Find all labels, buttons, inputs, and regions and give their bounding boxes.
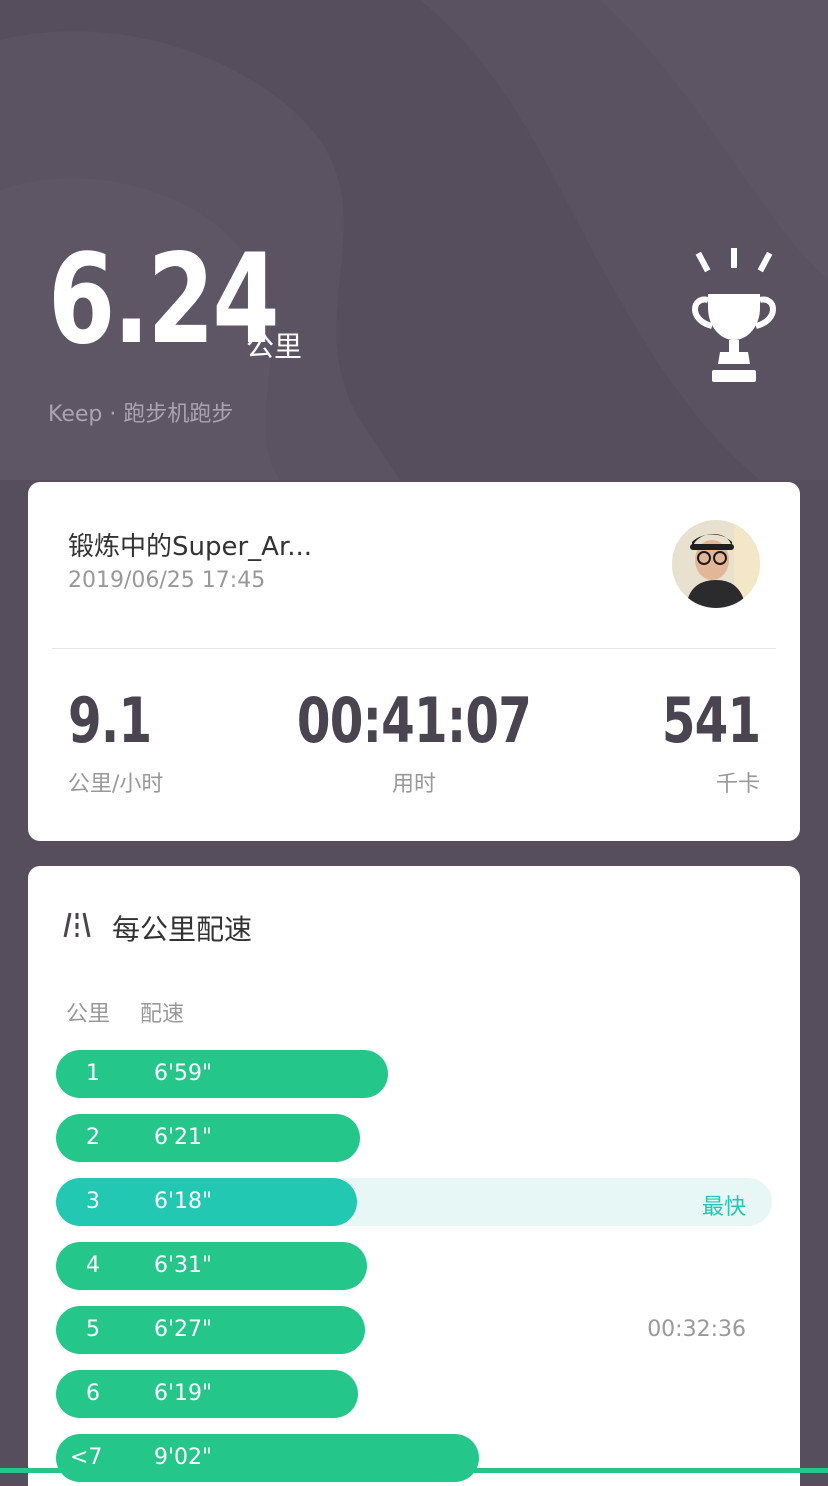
pace-bar: [56, 1434, 479, 1482]
road-icon: [63, 912, 91, 938]
pace-row: 5 6'27" 00:32:36: [56, 1306, 772, 1354]
pace-km-label: <7: [70, 1445, 103, 1470]
user-summary-card: 锻炼中的Super_Ar... 2019/06/25 17:45 9.1 公里/…: [28, 482, 800, 841]
hero-section: 6.24 公里 Keep · 跑步机跑步: [0, 0, 828, 480]
pace-row: 2 6'21": [56, 1114, 772, 1162]
pace-row: 6 6'19": [56, 1370, 772, 1418]
fastest-badge: 最快: [701, 1195, 746, 1220]
pace-row: 1 6'59": [56, 1050, 772, 1098]
pace-value: 6'27": [154, 1317, 213, 1342]
calories-label: 千卡: [715, 772, 760, 797]
user-name[interactable]: 锻炼中的Super_Ar...: [68, 526, 312, 563]
divider: [52, 648, 776, 649]
pace-row: <7 9'02": [56, 1434, 772, 1482]
pace-value: 6'59": [154, 1061, 213, 1086]
avatar[interactable]: [672, 520, 760, 608]
workout-datetime: 2019/06/25 17:45: [68, 568, 266, 593]
pace-title: 每公里配速: [112, 913, 253, 946]
pace-value: 6'31": [154, 1253, 213, 1278]
pace-value: 6'18": [154, 1189, 213, 1214]
duration-label: 用时: [391, 772, 437, 797]
duration-value: 00:41:07: [296, 684, 532, 757]
calories-value: 541: [661, 684, 760, 757]
column-header-pace: 配速: [140, 1002, 185, 1027]
pace-value: 6'21": [154, 1125, 213, 1150]
distance-value: 6.24: [48, 228, 280, 372]
pace-value: 9'02": [154, 1445, 213, 1470]
pace-km-label: 5: [86, 1317, 100, 1342]
pace-km-label: 3: [86, 1189, 100, 1214]
bottom-accent-bar: [0, 1468, 828, 1473]
pace-row: 4 6'31": [56, 1242, 772, 1290]
column-header-km: 公里: [66, 1002, 111, 1027]
pace-value: 6'19": [154, 1381, 213, 1406]
pace-card: 每公里配速 公里 配速 1 6'59" 2 6'21" 3 6'18" 最快 4 6'31" 5 6…: [28, 866, 800, 1486]
pace-km-label: 6: [86, 1381, 100, 1406]
speed-value: 9.1: [68, 684, 152, 757]
trophy-icon: [692, 248, 776, 382]
workout-source: Keep · 跑步机跑步: [48, 402, 234, 427]
pace-row: 3 6'18" 最快: [56, 1178, 772, 1226]
pace-km-label: 2: [86, 1125, 100, 1150]
speed-label: 公里/小时: [68, 772, 164, 797]
pace-km-label: 4: [86, 1253, 100, 1278]
pace-bar: [56, 1050, 388, 1098]
pace-km-label: 1: [86, 1061, 100, 1086]
distance-unit: 公里: [246, 330, 303, 363]
split-time: 00:32:36: [647, 1317, 746, 1342]
